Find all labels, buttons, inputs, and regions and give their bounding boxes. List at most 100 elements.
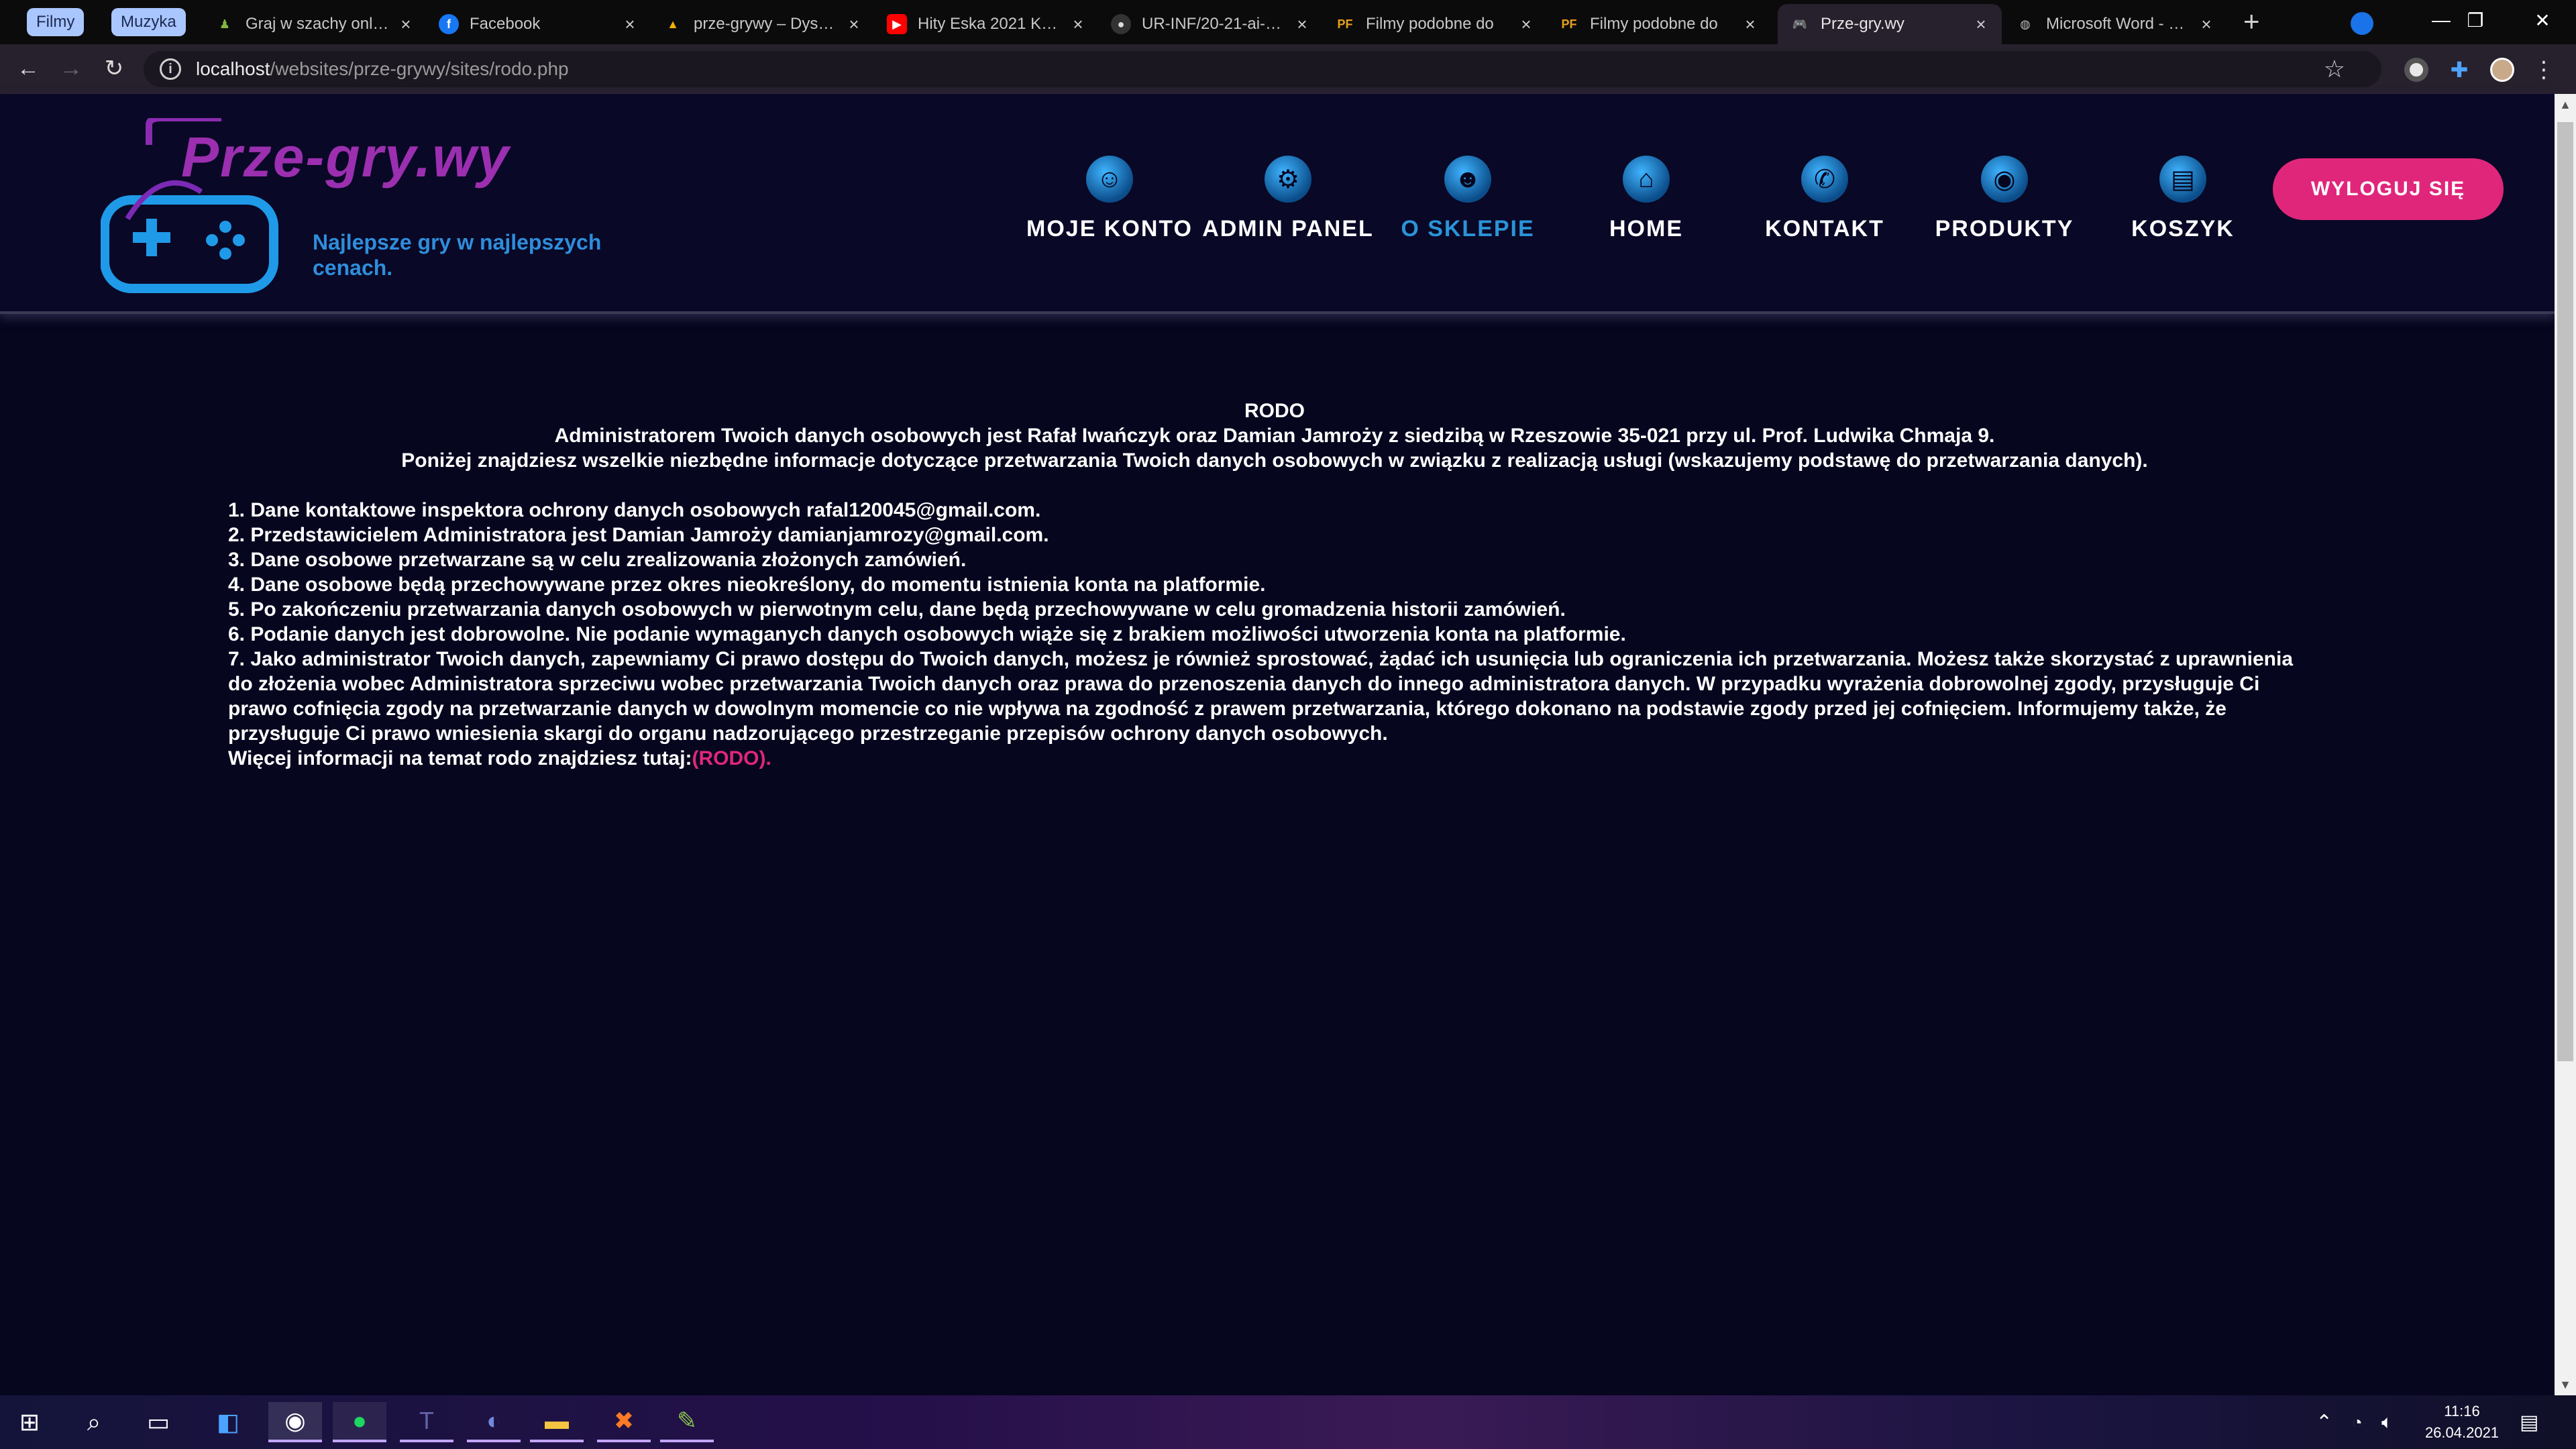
- task-view-icon[interactable]: ▭: [131, 1402, 185, 1442]
- tab-filmy-podobne-1[interactable]: PF Filmy podobne do ×: [1323, 4, 1547, 44]
- clock-date: 26.04.2021: [2424, 1424, 2500, 1441]
- nav-label: HOME: [1609, 216, 1683, 241]
- chrome-icon[interactable]: ◉: [268, 1402, 322, 1442]
- profile-avatar[interactable]: [2490, 58, 2514, 82]
- menu-kebab-icon[interactable]: ⋮: [2532, 58, 2556, 82]
- back-arrow-icon[interactable]: ←: [13, 54, 43, 83]
- teams-icon[interactable]: T: [400, 1402, 453, 1442]
- url-host: localhost: [196, 58, 270, 79]
- file-store-icon[interactable]: ◧: [201, 1402, 255, 1442]
- new-tab-plus-icon[interactable]: +: [2243, 7, 2260, 36]
- nav-home[interactable]: ⌂ HOME: [1559, 156, 1733, 242]
- close-window-icon[interactable]: ✕: [2509, 0, 2576, 40]
- admin-icon: ⚙: [1265, 156, 1311, 203]
- nav-koszyk[interactable]: ▤ KOSZYK: [2096, 156, 2270, 242]
- gamepad-icon: 🎮: [1792, 17, 1808, 31]
- nav-moje-konto[interactable]: ☺ MOJE KONTO: [1022, 156, 1197, 242]
- tab-filmy-podobne-2[interactable]: PF Filmy podobne do ×: [1547, 4, 1771, 44]
- close-icon[interactable]: ×: [2198, 14, 2215, 35]
- notepad-plus-plus-icon[interactable]: ✎: [660, 1402, 714, 1442]
- tab-github[interactable]: ● UR-INF/20-21-ai-prze-grywy ×: [1099, 4, 1323, 44]
- tab-title: Prze-gry.wy: [1821, 15, 1904, 33]
- network-icon[interactable]: ◔: [2352, 1395, 2363, 1449]
- page-title: RODO: [1244, 400, 1305, 422]
- browser-tab-bar: Filmy Muzyka ♟ Graj w szachy online × f …: [0, 0, 2576, 44]
- nav-label: KOSZYK: [2131, 216, 2235, 241]
- tab-title: prze-grywy – Dysk Google: [694, 15, 839, 33]
- xampp-icon[interactable]: ✖: [597, 1402, 651, 1442]
- extension-icon[interactable]: [2404, 58, 2428, 82]
- reload-icon[interactable]: ↻: [99, 54, 129, 83]
- rodo-point-4: 4. Dane osobowe będą przechowywane przez…: [228, 574, 1266, 596]
- nav-label: PRODUKTY: [1935, 216, 2074, 241]
- tab-title: Facebook: [470, 15, 541, 33]
- tab-microsoft-word[interactable]: ◍ Microsoft Word - Oświadczenie ×: [2003, 4, 2227, 44]
- discord-icon[interactable]: ◐: [467, 1402, 521, 1442]
- file-explorer-icon[interactable]: ▬: [530, 1402, 584, 1442]
- tab-title: Filmy podobne do: [1366, 15, 1494, 33]
- close-icon[interactable]: ×: [621, 14, 639, 35]
- tab-group-muzyka[interactable]: Muzyka: [111, 8, 186, 36]
- tab-title: UR-INF/20-21-ai-prze-grywy: [1142, 15, 1287, 33]
- tab-title: Hity Eska 2021 Kwiecień: [918, 15, 1063, 33]
- nav-label: MOJE KONTO: [1026, 216, 1193, 241]
- site-info-icon[interactable]: i: [160, 58, 181, 80]
- scroll-down-arrow-icon[interactable]: ▼: [2555, 1374, 2576, 1395]
- pf-icon: PF: [1561, 17, 1577, 31]
- more-info-text: Więcej informacji na temat rodo znajdzie…: [228, 747, 692, 769]
- close-icon[interactable]: ×: [397, 14, 415, 35]
- nav-kontakt[interactable]: ✆ KONTAKT: [1737, 156, 1912, 242]
- tab-group-filmy[interactable]: Filmy: [27, 8, 85, 36]
- chess-pawn-icon: ♟: [219, 17, 231, 31]
- phone-icon: ✆: [1801, 156, 1848, 203]
- windows-taskbar: ⊞ ⌕ ▭ ◧ ◉ ● T ◐ ▬ ✖ ✎ ⌃ ◔ 🔈︎ 11:16 26.04…: [0, 1395, 2576, 1449]
- close-icon[interactable]: ×: [1972, 14, 1990, 35]
- site-header: Prze-gry.wy Najlepsze gry w najlepszych …: [0, 94, 2555, 314]
- tab-youtube[interactable]: ▶ Hity Eska 2021 Kwiecień ×: [875, 4, 1099, 44]
- puzzle-extensions-icon[interactable]: ✚: [2447, 58, 2471, 82]
- about-icon: ☻: [1444, 156, 1491, 203]
- globe-icon: ◍: [2020, 17, 2031, 31]
- rodo-point-7: 7. Jako administrator Twoich danych, zap…: [228, 648, 2294, 745]
- github-icon: ●: [1111, 14, 1131, 34]
- tab-chess[interactable]: ♟ Graj w szachy online ×: [203, 4, 427, 44]
- rodo-link[interactable]: (RODO).: [692, 747, 771, 769]
- more-info-line: Więcej informacji na temat rodo znajdzie…: [228, 746, 2321, 771]
- gamepad-icon: ◉: [1981, 156, 2028, 203]
- tray-chevron-up-icon[interactable]: ⌃: [2316, 1395, 2332, 1449]
- close-icon[interactable]: ×: [1741, 14, 1759, 35]
- tab-facebook[interactable]: f Facebook ×: [427, 4, 651, 44]
- logout-button[interactable]: WYLOGUJ SIĘ: [2273, 158, 2504, 220]
- youtube-icon: ▶: [887, 14, 907, 34]
- windows-start-icon[interactable]: ⊞: [3, 1402, 56, 1442]
- spotify-icon[interactable]: ●: [333, 1402, 386, 1442]
- intro-paragraph-1: Administratorem Twoich danych osobowych …: [554, 425, 1995, 447]
- nav-admin-panel[interactable]: ⚙ ADMIN PANEL: [1201, 156, 1375, 242]
- address-bar[interactable]: i localhost/websites/prze-grywy/sites/ro…: [144, 51, 2381, 87]
- restore-icon[interactable]: ❐: [2442, 0, 2509, 40]
- volume-icon[interactable]: 🔈︎: [2381, 1395, 2393, 1449]
- scrollbar-thumb[interactable]: [2557, 122, 2573, 1061]
- url-path: /websites/prze-grywy/sites/rodo.php: [270, 58, 569, 79]
- rodo-point-6: 6. Podanie danych jest dobrowolne. Nie p…: [228, 623, 1626, 645]
- tab-prze-gry-wy[interactable]: 🎮 Prze-gry.wy ×: [1778, 4, 2002, 44]
- scroll-up-arrow-icon[interactable]: ▲: [2555, 94, 2576, 115]
- close-icon[interactable]: ×: [1069, 14, 1087, 35]
- close-icon[interactable]: ×: [1517, 14, 1535, 35]
- nav-produkty[interactable]: ◉ PRODUKTY: [1917, 156, 2092, 242]
- nav-label: ADMIN PANEL: [1202, 216, 1374, 241]
- taskbar-clock[interactable]: 11:16 26.04.2021: [2415, 1401, 2509, 1444]
- nav-o-sklepie[interactable]: ☻ O SKLEPIE: [1381, 156, 1555, 242]
- nav-label: KONTAKT: [1765, 216, 1884, 241]
- search-icon[interactable]: ⌕: [67, 1402, 121, 1442]
- logo-tagline: Najlepsze gry w najlepszych cenach.: [313, 230, 602, 280]
- bookmark-star-icon[interactable]: ☆: [2324, 55, 2345, 83]
- site-logo[interactable]: Prze-gry.wy Najlepsze gry w najlepszych …: [101, 118, 610, 299]
- notifications-icon[interactable]: ▤: [2520, 1395, 2538, 1449]
- close-icon[interactable]: ×: [845, 14, 863, 35]
- tab-search-icon[interactable]: [2351, 12, 2373, 35]
- browser-toolbar: ← → ↻ i localhost/websites/prze-grywy/si…: [0, 44, 2576, 94]
- forward-arrow-icon[interactable]: →: [56, 54, 86, 83]
- close-icon[interactable]: ×: [1293, 14, 1311, 35]
- tab-google-drive[interactable]: ▲ prze-grywy – Dysk Google ×: [651, 4, 875, 44]
